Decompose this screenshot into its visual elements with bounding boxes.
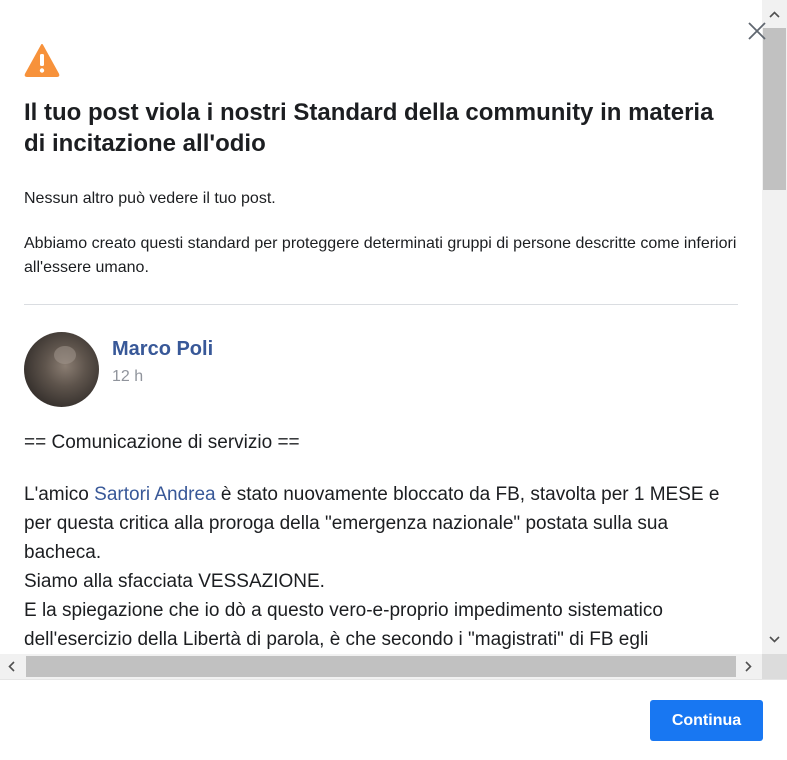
scroll-left-arrow-icon[interactable] <box>0 654 24 679</box>
violation-dialog: Il tuo post viola i nostri Standard dell… <box>0 0 787 760</box>
dialog-scroll-area[interactable]: Il tuo post viola i nostri Standard dell… <box>0 0 762 654</box>
visibility-notice: Nessun altro può vedere il tuo post. <box>24 190 276 207</box>
vertical-scroll-thumb[interactable] <box>763 28 786 190</box>
horizontal-scroll-thumb[interactable] <box>26 656 736 677</box>
post-paragraph-prefix: L'amico <box>24 484 95 505</box>
mention-link[interactable]: Sartori Andrea <box>94 484 215 505</box>
close-icon[interactable] <box>746 20 768 42</box>
avatar[interactable] <box>24 332 99 407</box>
standards-explanation: Abbiamo creato questi standard per prote… <box>24 235 737 276</box>
post-body: == Comunicazione di servizio == L'amico … <box>24 428 738 654</box>
dialog-title: Il tuo post viola i nostri Standard dell… <box>24 99 714 157</box>
post-author-link[interactable]: Marco Poli <box>112 338 213 361</box>
dialog-footer: Continua <box>0 679 787 760</box>
scroll-down-arrow-icon[interactable] <box>762 628 787 650</box>
horizontal-scrollbar[interactable] <box>0 654 762 679</box>
vertical-scrollbar[interactable] <box>762 0 787 654</box>
divider <box>24 304 738 305</box>
post-line-vessazione: Siamo alla sfacciata VESSAZIONE. <box>24 571 325 592</box>
post-paragraph: L'amico Sartori Andrea è stato nuovament… <box>24 480 738 567</box>
continue-button[interactable]: Continua <box>650 700 763 741</box>
post-timestamp[interactable]: 12 h <box>112 368 143 386</box>
warning-triangle-icon <box>24 44 60 77</box>
scroll-right-arrow-icon[interactable] <box>736 654 760 679</box>
scrollbar-corner <box>762 654 787 679</box>
post-line-explanation: E la spiegazione che io dò a questo vero… <box>24 600 663 650</box>
post-line-heading: == Comunicazione di servizio == <box>24 432 300 453</box>
